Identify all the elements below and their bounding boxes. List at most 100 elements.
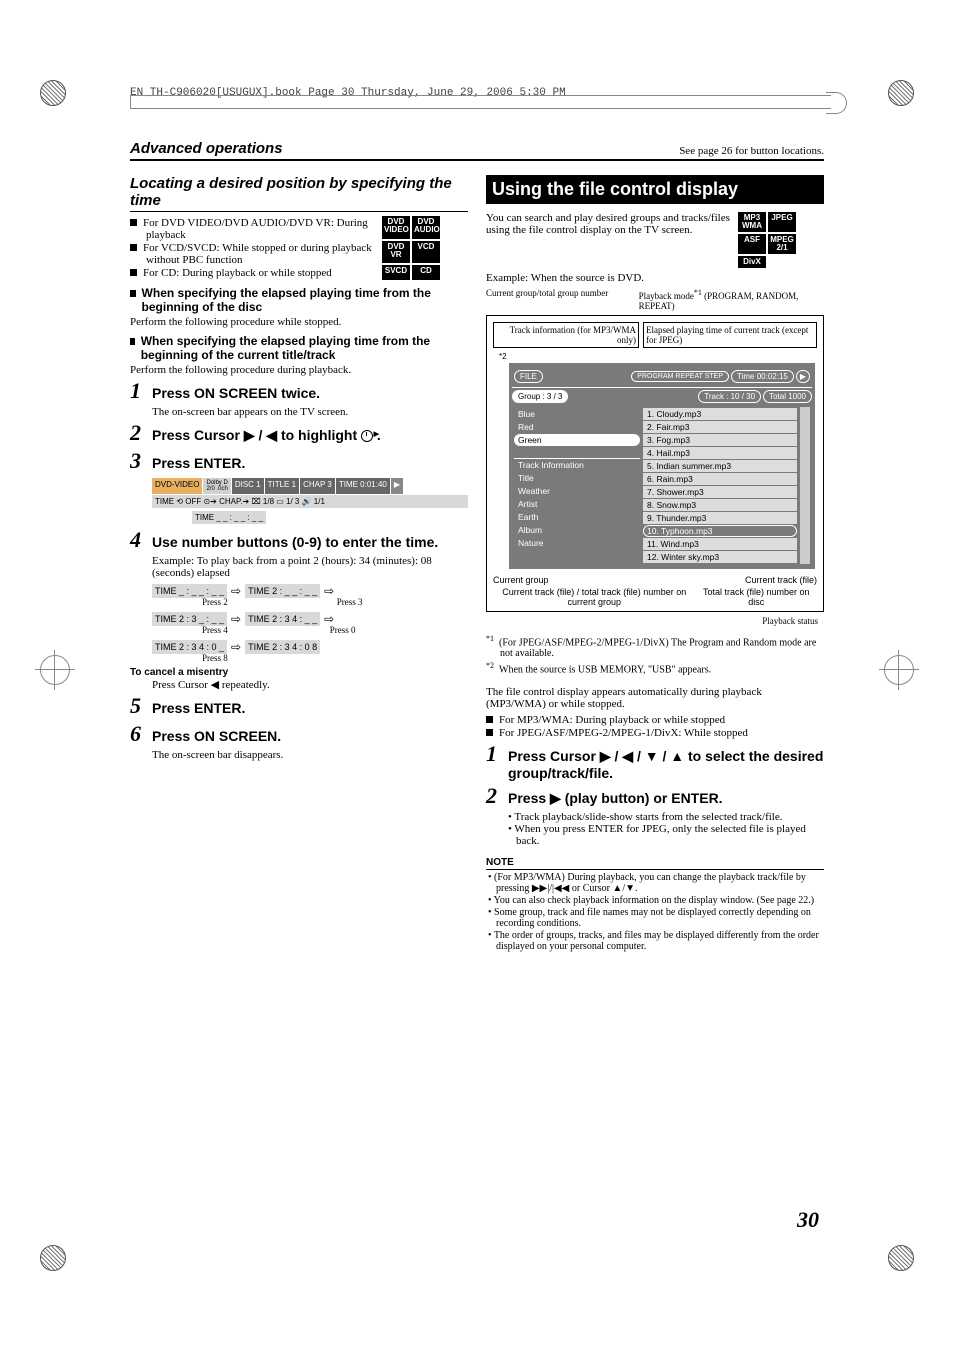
context-bullet: For CD: During playback or while stopped	[130, 267, 378, 279]
label-total-tracks: Total track (file) number on disc	[696, 587, 818, 607]
step-1-text: Press ON SCREEN twice.	[152, 385, 320, 401]
track-item: 3. Fog.mp3	[643, 434, 797, 446]
track-item: 6. Rain.mp3	[643, 473, 797, 485]
track-item: 5. Indian summer.mp3	[643, 460, 797, 472]
badge-asf: ASF	[738, 234, 766, 254]
left-column: Locating a desired position by specifyin…	[130, 167, 468, 953]
context-bullet: For MP3/WMA: During playback or while st…	[486, 714, 824, 726]
group-item-selected: Green	[514, 434, 640, 446]
play-status-icon: ▶	[796, 370, 810, 383]
badge-dvd-video: DVD VIDEO	[382, 216, 410, 239]
info-value: Weather	[514, 485, 640, 497]
track-indicator: Track : 10 / 30	[698, 390, 761, 403]
section-category: Advanced operations	[130, 140, 283, 157]
footnote-1: *1 (For JPEG/ASF/MPEG-2/MPEG-1/DivX) The…	[486, 634, 824, 659]
time-goto-icon	[361, 430, 373, 442]
step-1-sub: The on-screen bar appears on the TV scre…	[152, 406, 468, 418]
footnote-2: *2 When the source is USB MEMORY, "USB" …	[486, 661, 824, 675]
file-control-auto: The file control display appears automat…	[486, 686, 824, 710]
locating-position-heading: Locating a desired position by specifyin…	[130, 175, 468, 212]
track-item: 1. Cloudy.mp3	[643, 408, 797, 420]
page-number: 30	[797, 1207, 819, 1233]
step-number: 1	[130, 378, 152, 404]
step-6-sub: The on-screen bar disappears.	[152, 749, 468, 761]
step-number: 3	[130, 448, 152, 474]
info-label: Title	[514, 472, 640, 484]
info-label: Album	[514, 524, 640, 536]
registration-dot-icon	[888, 80, 914, 106]
registration-dot-icon	[40, 80, 66, 106]
elapsed-title-heading: When specifying the elapsed playing time…	[130, 334, 468, 362]
elapsed-disc-heading: When specifying the elapsed playing time…	[130, 286, 468, 314]
mode-indicator: PROGRAM REPEAT STEP	[631, 371, 729, 382]
step-6-text: Press ON SCREEN.	[152, 728, 281, 744]
right-step-1: Press Cursor ▶ / ◀ / ▼ / ▲ to select the…	[508, 748, 824, 781]
registration-mark-icon	[40, 655, 70, 685]
media-badges: DVD VIDEO DVD AUDIO DVD VR VCD SVCD CD	[382, 216, 468, 280]
badge-cd: CD	[412, 265, 440, 280]
step-number: 5	[130, 693, 152, 719]
step-number: 6	[130, 721, 152, 747]
label-playback-status: Playback status	[486, 616, 818, 626]
group-item: Red	[514, 421, 640, 433]
label-current-track: Current track (file)	[745, 575, 817, 585]
track-item: 7. Shower.mp3	[643, 486, 797, 498]
scrollbar	[800, 407, 810, 564]
right-column: Using the file control display You can s…	[486, 167, 824, 953]
context-bullet: For VCD/SVCD: While stopped or during pl…	[130, 242, 378, 266]
context-bullet: For DVD VIDEO/DVD AUDIO/DVD VR: During p…	[130, 217, 378, 241]
step-5-text: Press ENTER.	[152, 700, 245, 716]
step-number: 2	[486, 783, 508, 809]
label-current-group: Current group	[493, 575, 549, 585]
caption-group-number: Current group/total group number	[486, 288, 629, 311]
note-item: • The order of groups, tracks, and files…	[486, 930, 824, 952]
badge-mpeg: MPEG 2/1	[768, 234, 796, 254]
badge-vcd: VCD	[412, 241, 440, 264]
onscreen-bar-example: DVD-VIDEO Dolby D 2/0 .0ch DISC 1 TITLE …	[152, 478, 468, 525]
time-indicator: Time 00:02:15	[731, 370, 794, 383]
track-item: 8. Snow.mp3	[643, 499, 797, 511]
badge-mp3-wma: MP3 WMA	[738, 212, 766, 232]
step-2-text: Press Cursor ▶ / ◀ to highlight .	[152, 427, 381, 444]
track-item: 4. Hail.mp3	[643, 447, 797, 459]
page-header: Advanced operations See page 26 for butt…	[130, 140, 824, 161]
step-number: 4	[130, 527, 152, 553]
track-item: 12. Winter sky.mp3	[643, 551, 797, 563]
track-info-header: Track Information	[514, 458, 640, 471]
registration-dot-icon	[888, 1245, 914, 1271]
label-track-per-group: Current track (file) / total track (file…	[493, 587, 696, 607]
registration-dot-icon	[40, 1245, 66, 1271]
note-item: • You can also check playback informatio…	[486, 895, 824, 906]
info-value: Nature	[514, 537, 640, 549]
file-control-display: Track information (for MP3/WMA only) Ela…	[486, 315, 824, 612]
step-4-example: Example: To play back from a point 2 (ho…	[152, 555, 468, 579]
file-tag: FILE	[514, 370, 543, 383]
context-bullet: For JPEG/ASF/MPEG-2/MPEG-1/DivX: While s…	[486, 727, 824, 739]
elapsed-disc-instruction: Perform the following procedure while st…	[130, 316, 468, 328]
right-step-2-sub2: • When you press ENTER for JPEG, only th…	[508, 823, 824, 847]
file-control-intro: You can search and play desired groups a…	[486, 212, 732, 268]
note-item: • Some group, track and file names may n…	[486, 907, 824, 929]
info-value: Earth	[514, 511, 640, 523]
step-number: 2	[130, 420, 152, 446]
example-note: Example: When the source is DVD.	[486, 272, 824, 284]
file-header: EN_TH-C906020[USUGUX].book Page 30 Thurs…	[130, 87, 831, 109]
track-item-selected: 10. Typhoon.mp3	[643, 525, 797, 537]
badge-jpeg: JPEG	[768, 212, 796, 232]
group-item: Blue	[514, 408, 640, 420]
badge-dvd-vr: DVD VR	[382, 241, 410, 264]
elapsed-title-instruction: Perform the following procedure during p…	[130, 364, 468, 376]
registration-mark-icon	[884, 655, 914, 685]
track-item: 9. Thunder.mp3	[643, 512, 797, 524]
step-4-text: Use number buttons (0-9) to enter the ti…	[152, 534, 438, 550]
right-step-2-sub1: • Track playback/slide-show starts from …	[508, 811, 824, 823]
badge-dvd-audio: DVD AUDIO	[412, 216, 440, 239]
cancel-misentry-text: Press Cursor ◀ repeatedly.	[152, 678, 468, 691]
right-step-2: Press ▶ (play button) or ENTER.	[508, 790, 723, 807]
note-item: • (For MP3/WMA) During playback, you can…	[486, 872, 824, 894]
step-number: 1	[486, 741, 508, 767]
track-item: 11. Wind.mp3	[643, 538, 797, 550]
total-indicator: Total 1000	[763, 390, 812, 403]
cancel-misentry-heading: To cancel a misentry	[130, 667, 468, 678]
page-reference: See page 26 for button locations.	[679, 145, 824, 157]
